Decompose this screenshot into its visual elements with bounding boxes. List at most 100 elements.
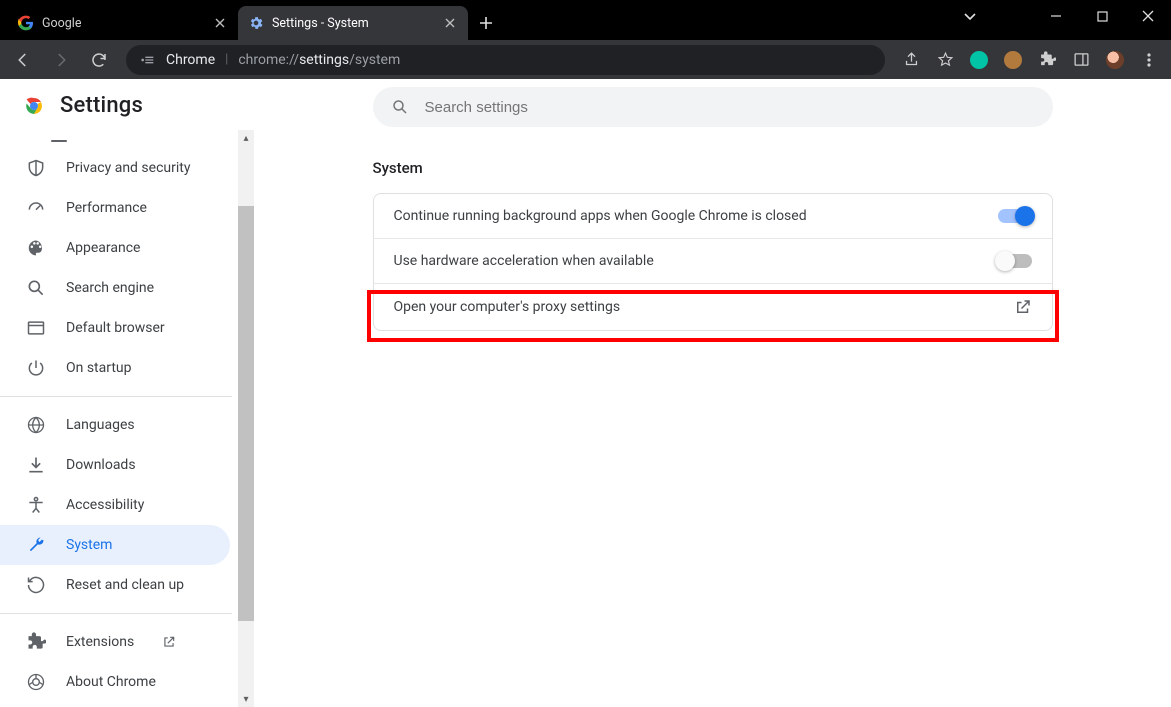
- sidebar-item-label: Accessibility: [66, 497, 144, 513]
- sidebar-item-search-engine[interactable]: Search engine: [0, 268, 230, 308]
- row-background-apps[interactable]: Continue running background apps when Go…: [374, 194, 1052, 238]
- site-info-icon[interactable]: [140, 52, 156, 68]
- power-icon: [26, 358, 46, 378]
- scroll-down-icon[interactable]: ▾: [238, 691, 254, 707]
- chrome-outline-icon: [26, 672, 46, 692]
- sidebar-scroll: Privacy and security Performance Appeara…: [0, 130, 254, 707]
- restore-icon: [26, 575, 46, 595]
- sidebar-divider: [0, 613, 232, 614]
- row-hardware-accel[interactable]: Use hardware acceleration when available: [374, 238, 1052, 283]
- tab-search-button[interactable]: [954, 4, 986, 28]
- palette-icon: [26, 238, 46, 258]
- omnibox-scheme-label: Chrome: [166, 52, 215, 68]
- download-icon: [26, 455, 46, 475]
- tab-google[interactable]: Google: [8, 6, 238, 40]
- browser-toolbar: Chrome | chrome://settings/system: [0, 40, 1171, 79]
- sidebar-item-truncated[interactable]: [24, 132, 230, 148]
- sidebar-item-label: Downloads: [66, 457, 136, 473]
- external-link-icon: [162, 635, 176, 649]
- sidebar-item-extensions[interactable]: Extensions: [0, 622, 230, 662]
- sidebar-item-label: System: [66, 537, 112, 553]
- wrench-icon: [26, 535, 46, 555]
- extensions-puzzle-icon[interactable]: [1031, 44, 1063, 76]
- extension-cookie-icon[interactable]: [997, 44, 1029, 76]
- settings-page: Settings Privacy and security Performanc…: [0, 79, 1171, 707]
- forward-button[interactable]: [44, 44, 78, 76]
- window-titlebar: Google Settings - System: [0, 0, 1171, 40]
- close-icon[interactable]: [442, 15, 458, 31]
- scrollbar-thumb[interactable]: [238, 206, 254, 621]
- address-bar[interactable]: Chrome | chrome://settings/system: [126, 45, 885, 75]
- window-controls: [1033, 0, 1171, 32]
- sidebar-item-languages[interactable]: Languages: [0, 405, 230, 445]
- google-favicon-icon: [18, 15, 34, 31]
- sidebar-item-privacy[interactable]: Privacy and security: [0, 148, 230, 188]
- section-heading: System: [373, 159, 1053, 177]
- omnibox-url: chrome://settings/system: [238, 52, 400, 68]
- profile-avatar[interactable]: [1099, 44, 1131, 76]
- close-icon[interactable]: [212, 15, 228, 31]
- sidebar-item-label: Search engine: [66, 280, 154, 296]
- sidebar-item-appearance[interactable]: Appearance: [0, 228, 230, 268]
- tab-strip: Google Settings - System: [0, 0, 500, 40]
- back-button[interactable]: [6, 44, 40, 76]
- share-icon[interactable]: [895, 44, 927, 76]
- tab-settings[interactable]: Settings - System: [238, 6, 468, 40]
- maximize-button[interactable]: [1079, 0, 1125, 32]
- sidebar-item-on-startup[interactable]: On startup: [0, 348, 230, 388]
- sidebar-item-label: Languages: [66, 417, 135, 433]
- page-title: Settings: [60, 93, 143, 118]
- toggle-hardware-accel[interactable]: [998, 254, 1032, 268]
- toggle-background-apps[interactable]: [998, 209, 1032, 223]
- browser-window-icon: [26, 318, 46, 338]
- window-close-button[interactable]: [1125, 0, 1171, 32]
- chrome-menu-icon[interactable]: [1133, 44, 1165, 76]
- bookmark-star-icon[interactable]: [929, 44, 961, 76]
- new-tab-button[interactable]: [472, 9, 500, 37]
- search-icon: [391, 98, 409, 116]
- accessibility-icon: [26, 495, 46, 515]
- toolbar-actions: [895, 44, 1165, 76]
- side-panel-icon[interactable]: [1065, 44, 1097, 76]
- gear-icon: [248, 15, 264, 31]
- tab-title: Google: [42, 16, 204, 31]
- sidebar-item-about[interactable]: About Chrome: [0, 662, 230, 702]
- system-settings-card: Continue running background apps when Go…: [373, 193, 1053, 331]
- sidebar-item-label: About Chrome: [66, 674, 156, 690]
- globe-icon: [26, 415, 46, 435]
- row-label: Use hardware acceleration when available: [394, 253, 654, 269]
- row-label: Open your computer's proxy settings: [394, 299, 621, 315]
- chrome-logo-icon: [22, 94, 46, 118]
- puzzle-icon: [26, 632, 46, 652]
- minimize-button[interactable]: [1033, 0, 1079, 32]
- sidebar-item-system[interactable]: System: [0, 525, 230, 565]
- shield-icon: [26, 158, 46, 178]
- sidebar-scrollbar[interactable]: ▴ ▾: [238, 130, 254, 707]
- sidebar-divider: [0, 396, 232, 397]
- scroll-up-icon[interactable]: ▴: [238, 130, 254, 146]
- sidebar-item-label: Default browser: [66, 320, 165, 336]
- sidebar-item-label: On startup: [66, 360, 132, 376]
- settings-search[interactable]: [373, 87, 1053, 127]
- sidebar-item-label: Reset and clean up: [66, 577, 184, 593]
- sidebar-item-label: Performance: [66, 200, 147, 216]
- sidebar-item-reset[interactable]: Reset and clean up: [0, 565, 230, 605]
- external-link-icon: [1014, 298, 1032, 316]
- sidebar-item-downloads[interactable]: Downloads: [0, 445, 230, 485]
- sidebar-item-accessibility[interactable]: Accessibility: [0, 485, 230, 525]
- sidebar-item-performance[interactable]: Performance: [0, 188, 230, 228]
- sidebar-item-default-browser[interactable]: Default browser: [0, 308, 230, 348]
- row-label: Continue running background apps when Go…: [394, 208, 807, 224]
- settings-main: System Continue running background apps …: [254, 79, 1171, 707]
- sidebar-item-label: Extensions: [66, 634, 134, 650]
- reload-button[interactable]: [82, 44, 116, 76]
- row-proxy-settings[interactable]: Open your computer's proxy settings: [374, 283, 1052, 330]
- search-icon: [26, 278, 46, 298]
- search-input[interactable]: [423, 98, 1035, 117]
- extension-grammarly-icon[interactable]: [963, 44, 995, 76]
- sidebar-item-label: Privacy and security: [66, 160, 190, 176]
- speedometer-icon: [26, 198, 46, 218]
- settings-header: Settings: [0, 79, 254, 130]
- tab-title: Settings - System: [272, 16, 434, 31]
- sidebar-item-label: Appearance: [66, 240, 140, 256]
